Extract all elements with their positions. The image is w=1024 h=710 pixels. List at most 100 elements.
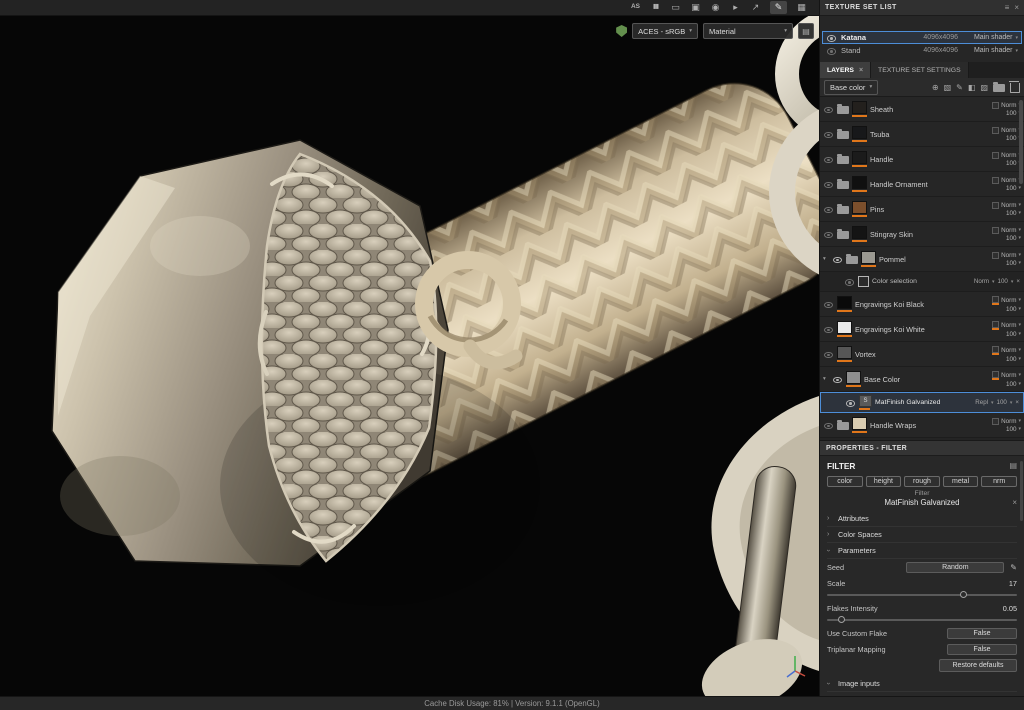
- channel-thumb[interactable]: [992, 346, 999, 353]
- blend-mode[interactable]: Norm: [1001, 102, 1016, 109]
- effect-blend[interactable]: Repl: [975, 399, 988, 406]
- texture-set-shader[interactable]: Main shader: [962, 47, 1018, 54]
- effect-blend[interactable]: Norm: [974, 278, 989, 285]
- channel-thumb[interactable]: [992, 321, 999, 328]
- visibility-eye-icon[interactable]: [823, 104, 834, 115]
- group-attributes[interactable]: Attributes: [827, 511, 1017, 527]
- remove-effect-icon[interactable]: [1015, 399, 1019, 406]
- visibility-eye-icon[interactable]: [823, 299, 834, 310]
- opacity-value[interactable]: 100: [1006, 331, 1017, 338]
- channel-chip-nrm[interactable]: nrm: [981, 476, 1017, 487]
- panel-close-icon[interactable]: [1014, 4, 1019, 12]
- video-icon[interactable]: [730, 1, 741, 14]
- effect-name[interactable]: MatFinish Galvanized: [875, 399, 972, 406]
- layer-name[interactable]: Engravings Koi White: [855, 325, 989, 334]
- visibility-eye-icon[interactable]: [845, 397, 856, 408]
- layer-name[interactable]: Vortex: [855, 350, 989, 359]
- pause-icon[interactable]: [650, 1, 661, 14]
- layer-row-engravings-koi-black[interactable]: Engravings Koi Black Norm 100: [820, 292, 1024, 317]
- edit-seed-icon[interactable]: [1010, 563, 1017, 572]
- visibility-eye-icon[interactable]: [826, 45, 837, 56]
- opacity-value[interactable]: 100: [1006, 356, 1017, 363]
- layer-name[interactable]: Handle Ornament: [870, 180, 989, 189]
- remove-filter-icon[interactable]: [1012, 498, 1017, 507]
- layer-name[interactable]: Handle Wraps: [870, 421, 989, 430]
- scale-value[interactable]: 17: [1009, 579, 1017, 588]
- tab-texture-set-settings[interactable]: TEXTURE SET SETTINGS: [871, 62, 969, 78]
- blend-mode[interactable]: Norm: [1001, 227, 1016, 234]
- visibility-eye-icon[interactable]: [823, 204, 834, 215]
- brush-icon[interactable]: [770, 1, 787, 14]
- opacity-value[interactable]: 100: [1006, 426, 1017, 433]
- layer-thumbnail[interactable]: [852, 201, 867, 214]
- opacity-value[interactable]: 100: [1006, 210, 1017, 217]
- effect-opacity[interactable]: 100: [997, 399, 1007, 406]
- camera-icon[interactable]: [710, 1, 721, 14]
- expand-caret-icon[interactable]: ▾: [823, 256, 829, 262]
- layer-name[interactable]: Tsuba: [870, 130, 989, 139]
- stamp-icon[interactable]: [944, 83, 952, 92]
- visibility-eye-icon[interactable]: [823, 179, 834, 190]
- channel-filter-dropdown[interactable]: Base color: [824, 80, 878, 95]
- layer-name[interactable]: Pommel: [879, 255, 989, 264]
- triplanar-mapping-toggle[interactable]: False: [947, 644, 1017, 655]
- channel-chip-metal[interactable]: metal: [943, 476, 979, 487]
- texture-set-row-stand[interactable]: Stand 4096x4096 Main shader: [822, 44, 1022, 57]
- channel-thumb[interactable]: [992, 227, 999, 234]
- visibility-eye-icon[interactable]: [832, 254, 843, 265]
- flakes-intensity-slider[interactable]: [827, 619, 1017, 621]
- layer-row-engravings-koi-white[interactable]: Engravings Koi White Norm 100: [820, 317, 1024, 342]
- properties-options-icon[interactable]: [1009, 462, 1017, 470]
- as-overlay-icon[interactable]: [630, 1, 641, 14]
- restore-defaults-button[interactable]: Restore defaults: [939, 659, 1017, 672]
- blend-mode[interactable]: Norm: [1001, 372, 1016, 379]
- scale-slider[interactable]: [827, 594, 1017, 596]
- flakes-slider-handle[interactable]: [838, 616, 845, 623]
- channel-thumb[interactable]: [992, 252, 999, 259]
- opacity-value[interactable]: 100: [1006, 235, 1017, 242]
- colorspace-dropdown[interactable]: ACES - sRGB: [632, 23, 698, 39]
- seed-random-button[interactable]: Random: [906, 562, 1004, 573]
- colorspace-shield-icon[interactable]: [616, 25, 627, 37]
- blend-mode[interactable]: Norm: [1001, 322, 1016, 329]
- layer-row-handle-ornament[interactable]: Handle Ornament Norm 100: [820, 172, 1024, 197]
- layer-row-tsuba[interactable]: Tsuba Norm 100: [820, 122, 1024, 147]
- effect-row-color-selection[interactable]: Color selection Norm 100: [820, 272, 1024, 292]
- group-parameters[interactable]: Parameters: [827, 543, 1017, 559]
- fill-icon[interactable]: [968, 83, 976, 92]
- opacity-value[interactable]: 100: [1006, 160, 1017, 167]
- scale-slider-handle[interactable]: [960, 591, 967, 598]
- export-icon[interactable]: [750, 1, 761, 14]
- opacity-value[interactable]: 100: [1006, 185, 1017, 192]
- opacity-value[interactable]: 100: [1006, 381, 1017, 388]
- blend-mode[interactable]: Norm: [1001, 177, 1016, 184]
- layer-name[interactable]: Pins: [870, 205, 989, 214]
- panel-menu-icon[interactable]: [1005, 4, 1010, 12]
- layer-row-vortex[interactable]: Vortex Norm 100: [820, 342, 1024, 367]
- layer-row-stingray-skin[interactable]: Stingray Skin Norm 100: [820, 222, 1024, 247]
- visibility-eye-icon[interactable]: [823, 129, 834, 140]
- smart-material-icon[interactable]: [980, 83, 988, 92]
- flakes-intensity-value[interactable]: 0.05: [1003, 604, 1017, 613]
- add-folder-icon[interactable]: [993, 84, 1005, 92]
- opacity-value[interactable]: 100: [1006, 260, 1017, 267]
- visibility-eye-icon[interactable]: [832, 374, 843, 385]
- channel-chip-color[interactable]: color: [827, 476, 863, 487]
- visibility-eye-icon[interactable]: [823, 324, 834, 335]
- layer-thumbnail[interactable]: [852, 101, 867, 114]
- layer-row-base-color[interactable]: ▾ Base Color Norm 100: [820, 367, 1024, 392]
- layer-thumbnail[interactable]: [837, 346, 852, 359]
- layer-row-handle-wraps[interactable]: Handle Wraps Norm 100: [820, 413, 1024, 438]
- layer-name[interactable]: Handle: [870, 155, 989, 164]
- effect-opacity[interactable]: 100: [998, 278, 1008, 285]
- channel-thumb[interactable]: [992, 177, 999, 184]
- use-custom-flake-toggle[interactable]: False: [947, 628, 1017, 639]
- filter-name[interactable]: MatFinish Galvanized: [885, 498, 960, 507]
- visibility-eye-icon[interactable]: [823, 154, 834, 165]
- grid-icon[interactable]: [796, 1, 807, 14]
- effect-row-matfinish-galvanized[interactable]: MatFinish Galvanized Repl 100: [820, 392, 1024, 413]
- close-tab-icon[interactable]: [859, 67, 863, 74]
- blend-mode[interactable]: Norm: [1001, 202, 1016, 209]
- layer-row-handle[interactable]: Handle Norm 100: [820, 147, 1024, 172]
- layer-thumbnail[interactable]: [837, 296, 852, 309]
